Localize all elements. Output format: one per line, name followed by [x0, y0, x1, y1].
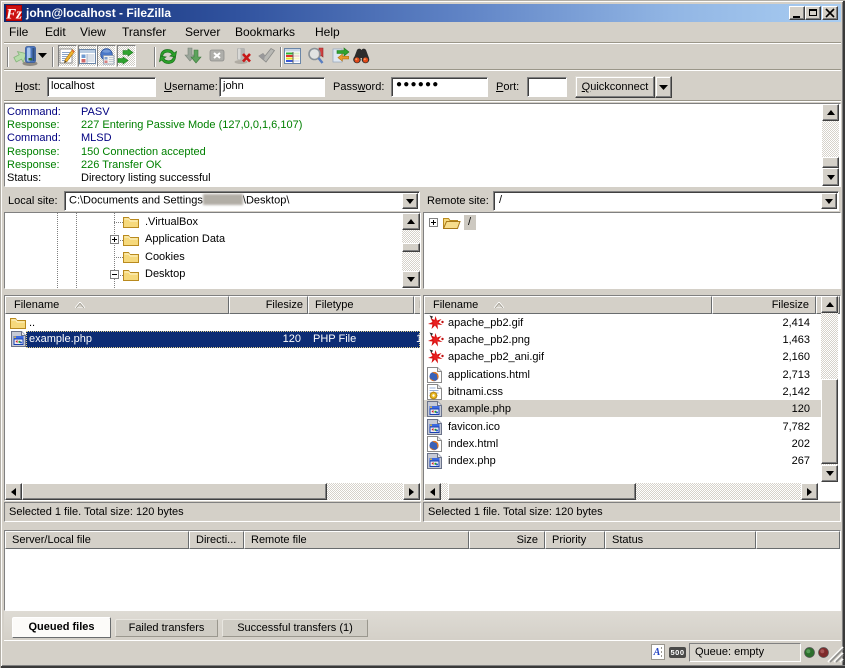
svg-text:Fz: Fz: [6, 7, 22, 22]
svg-text:A: A: [653, 647, 661, 658]
